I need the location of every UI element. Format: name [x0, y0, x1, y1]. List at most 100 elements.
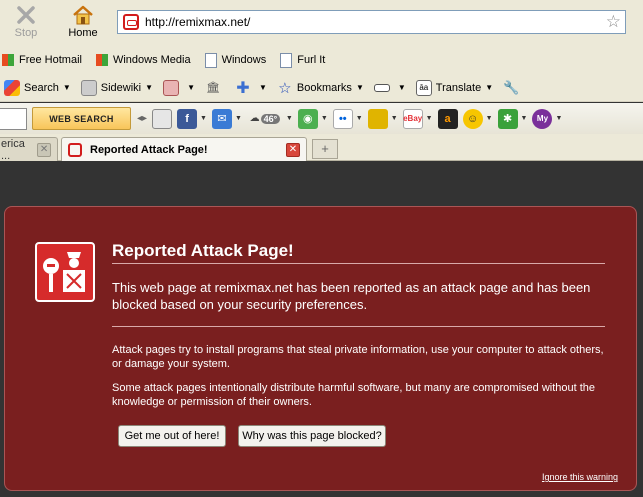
home-button[interactable]: Home	[63, 3, 103, 43]
warning-paragraph-2: Some attack pages intentionally distribu…	[112, 382, 596, 408]
tab-reported-attack-page[interactable]: Reported Attack Page! ✕	[61, 137, 307, 161]
bookmark-free-hotmail[interactable]: Free Hotmail	[2, 54, 82, 66]
chevron-down-icon[interactable]: ▼	[321, 115, 328, 122]
sidewiki-button[interactable]: Sidewiki ▼	[80, 79, 153, 96]
bookmark-furl-it[interactable]: Furl It	[280, 52, 326, 68]
chevron-down-icon[interactable]: ▼	[521, 115, 528, 122]
tab-label: Reported Attack Page!	[90, 143, 208, 156]
page-icon	[204, 52, 217, 68]
chevron-down-icon[interactable]: ▼	[356, 115, 363, 122]
bookmark-label: Free Hotmail	[19, 54, 82, 66]
why-blocked-button[interactable]: Why was this page blocked?	[238, 425, 386, 447]
weather-temp: 46°	[260, 113, 281, 124]
tab-previous[interactable]: erica ... ✕	[0, 137, 58, 162]
add-button[interactable]: ✚ ▼	[235, 79, 267, 97]
stop-button[interactable]: Stop	[6, 3, 46, 43]
my-icon[interactable]: My	[532, 108, 553, 129]
bookmarks-bar: Free Hotmail Windows Media Windows Furl …	[0, 46, 643, 74]
amazon-icon[interactable]: a	[437, 108, 458, 129]
navigation-toolbar: Stop Home http://remixmax.net/ ☆	[0, 0, 643, 46]
divider	[112, 326, 605, 327]
bank-icon: 🏛	[206, 82, 220, 94]
chevron-down-icon[interactable]: ▼	[235, 115, 242, 122]
stop-icon	[6, 3, 46, 27]
chevron-down-icon[interactable]: ▼	[187, 83, 195, 92]
bookmarks-label: Bookmarks	[296, 81, 352, 94]
bookmark-windows[interactable]: Windows	[204, 52, 267, 68]
chevron-down-icon[interactable]: ▼	[259, 83, 267, 92]
chevron-down-icon[interactable]: ▼	[426, 115, 433, 122]
tab-strip: erica ... ✕ Reported Attack Page! ✕ +	[0, 134, 643, 162]
translate-icon: āa	[415, 79, 432, 96]
bookmark-label: Windows	[221, 54, 267, 66]
stop-label: Stop	[14, 27, 38, 39]
bookmark-windows-media[interactable]: Windows Media	[95, 54, 191, 66]
attack-warning-panel: Reported Attack Page! This web page at r…	[4, 206, 637, 491]
pagerank-icon	[163, 79, 180, 96]
resize-handle-icon[interactable]: ◂▸	[137, 113, 147, 124]
search-input[interactable]	[0, 107, 27, 130]
chevron-down-icon[interactable]: ▼	[486, 115, 493, 122]
gallery-icon[interactable]	[367, 108, 388, 129]
google-search-button[interactable]: Search ▼	[4, 79, 71, 96]
chevron-down-icon[interactable]: ▼	[286, 115, 293, 122]
bank-button[interactable]: 🏛	[205, 80, 225, 96]
windows-flag-icon	[95, 54, 108, 66]
translate-button[interactable]: āa Translate ▼	[415, 79, 493, 96]
star-icon: ☆	[278, 79, 292, 97]
page-content: Reported Attack Page! This web page at r…	[0, 162, 643, 497]
sidewiki-icon	[80, 79, 97, 96]
google-toolbar: Search ▼ Sidewiki ▼ ▼ 🏛 ✚ ▼ ☆ Bookmarks …	[0, 74, 643, 102]
site-warning-icon	[68, 142, 82, 157]
wrench-icon: 🔧	[503, 79, 520, 95]
new-tab-button[interactable]: +	[312, 139, 338, 159]
warning-paragraph-1: Attack pages try to install programs tha…	[112, 344, 604, 370]
smiley-icon[interactable]: ☺	[462, 108, 483, 129]
chevron-down-icon[interactable]: ▼	[145, 83, 153, 92]
bookmark-label: Furl It	[297, 54, 326, 66]
notepad-icon[interactable]	[152, 108, 173, 129]
search-toolbar: WEB SEARCH ◂▸ f ▼ ✉ ▼ ☁ 46° ▼ ◉ ▼ •• ▼ ▼ …	[0, 103, 643, 134]
get-me-out-button[interactable]: Get me out of here!	[118, 425, 226, 447]
tab-label: erica ...	[1, 137, 25, 162]
ignore-warning-link[interactable]: Ignore this warning	[542, 472, 618, 482]
police-officer-icon	[35, 242, 95, 302]
asterisk-icon[interactable]: ✱	[497, 108, 518, 129]
plus-icon: ✚	[236, 79, 250, 97]
bookmarks-button[interactable]: ☆ Bookmarks ▼	[277, 79, 364, 97]
url-text[interactable]: http://remixmax.net/	[145, 15, 606, 29]
autofill-button[interactable]: ▼	[373, 83, 406, 92]
home-icon	[63, 3, 103, 27]
chevron-down-icon[interactable]: ▼	[555, 115, 562, 122]
radio-icon[interactable]: ◉	[297, 108, 318, 129]
sidewiki-label: Sidewiki	[100, 81, 142, 94]
chevron-down-icon[interactable]: ▼	[485, 83, 493, 92]
search-label: Search	[24, 81, 59, 94]
chevron-down-icon[interactable]: ▼	[391, 115, 398, 122]
close-icon[interactable]: ✕	[286, 142, 300, 157]
flickr-icon[interactable]: ••	[332, 108, 353, 129]
autofill-icon	[373, 83, 390, 92]
facebook-icon[interactable]: f	[177, 108, 198, 129]
chevron-down-icon[interactable]: ▼	[63, 83, 71, 92]
page-icon	[280, 52, 293, 68]
google-icon	[4, 79, 20, 96]
translate-label: Translate	[435, 81, 482, 94]
close-icon[interactable]: ✕	[37, 142, 51, 157]
wrench-button[interactable]: 🔧	[503, 80, 523, 96]
chevron-down-icon[interactable]: ▼	[200, 115, 207, 122]
warning-lead-text: This web page at remixmax.net has been r…	[112, 280, 591, 312]
ebay-icon[interactable]: eBay	[402, 108, 423, 129]
url-bar[interactable]: http://remixmax.net/ ☆	[117, 10, 626, 34]
web-search-button[interactable]: WEB SEARCH	[32, 107, 131, 130]
chevron-down-icon[interactable]: ▼	[356, 83, 364, 92]
pagerank-button[interactable]: ▼	[163, 79, 195, 96]
mail-icon[interactable]: ✉	[211, 108, 232, 129]
bookmark-star-icon[interactable]: ☆	[606, 12, 621, 32]
bookmark-label: Windows Media	[112, 54, 191, 66]
site-warning-icon	[123, 14, 139, 30]
weather-icon[interactable]: ☁ 46°	[247, 109, 283, 129]
divider	[112, 263, 605, 264]
windows-flag-icon	[2, 54, 14, 66]
chevron-down-icon[interactable]: ▼	[398, 83, 406, 92]
